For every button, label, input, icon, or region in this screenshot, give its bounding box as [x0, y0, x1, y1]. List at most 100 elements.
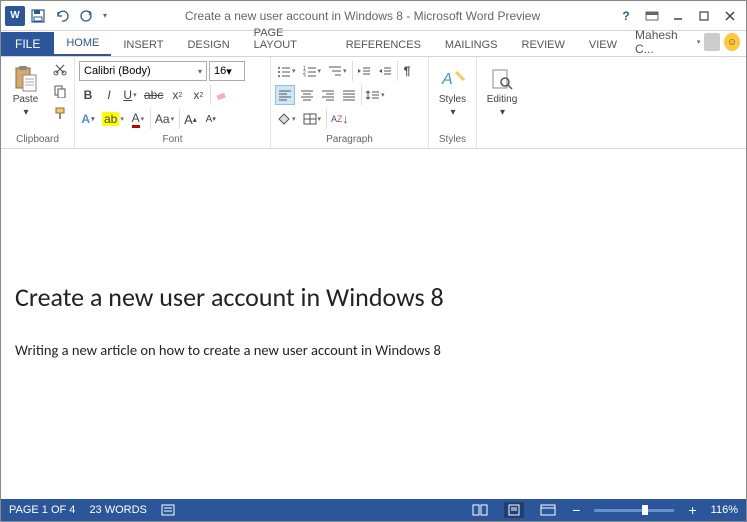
read-mode-button[interactable] — [470, 502, 490, 518]
highlight-button[interactable]: ab▾ — [100, 109, 126, 129]
document-area[interactable]: Create a new user account in Windows 8 W… — [1, 151, 746, 499]
group-label-font: Font — [79, 133, 266, 146]
chevron-down-icon: ▾ — [697, 38, 701, 46]
quick-access-toolbar: W ▾ — [5, 5, 111, 27]
strikethrough-button[interactable]: abc — [142, 85, 165, 105]
window-controls: ? — [614, 6, 742, 26]
zoom-thumb[interactable] — [642, 505, 648, 515]
zoom-out-button[interactable]: − — [572, 502, 580, 518]
styles-icon: A — [440, 66, 466, 92]
align-center-button[interactable] — [298, 85, 316, 105]
title-bar: W ▾ Create a new user account in Windows… — [1, 1, 746, 31]
qat-customize[interactable]: ▾ — [99, 5, 111, 27]
font-name-combo[interactable]: Calibri (Body) ▾ — [79, 61, 207, 81]
document-heading[interactable]: Create a new user account in Windows 8 — [15, 281, 732, 313]
increase-indent-button[interactable] — [376, 61, 394, 81]
save-button[interactable] — [27, 5, 49, 27]
chevron-down-icon: ▾ — [23, 107, 28, 118]
svg-text:A: A — [441, 71, 453, 88]
group-paragraph: ▾ 123▾ ▾ ¶ ▾ ▾ ▾ AZ↓ — [271, 57, 429, 148]
page-indicator[interactable]: PAGE 1 OF 4 — [9, 504, 75, 516]
web-layout-button[interactable] — [538, 502, 558, 518]
tab-review[interactable]: REVIEW — [510, 34, 577, 56]
close-button[interactable] — [718, 6, 742, 26]
status-bar: PAGE 1 OF 4 23 WORDS − + 116% — [1, 499, 746, 521]
redo-button[interactable] — [75, 5, 97, 27]
document-body-text[interactable]: Writing a new article on how to create a… — [15, 341, 732, 359]
feedback-smiley-icon[interactable]: ☺ — [724, 33, 740, 51]
svg-text:3: 3 — [303, 74, 306, 77]
change-case-button[interactable]: Aa▾ — [150, 109, 176, 129]
superscript-button[interactable]: x2 — [189, 85, 207, 105]
chevron-down-icon: ▾ — [198, 67, 202, 76]
tab-file[interactable]: FILE — [1, 32, 54, 56]
undo-button[interactable] — [51, 5, 73, 27]
minimize-button[interactable] — [666, 6, 690, 26]
bold-button[interactable]: B — [79, 85, 97, 105]
copy-button[interactable] — [50, 81, 70, 101]
zoom-slider[interactable] — [594, 509, 674, 512]
editing-label: Editing — [487, 94, 518, 105]
clear-formatting-button[interactable] — [210, 85, 231, 105]
tab-references[interactable]: REFERENCES — [334, 34, 433, 56]
borders-button[interactable]: ▾ — [301, 109, 324, 129]
cut-button[interactable] — [50, 59, 70, 79]
shading-button[interactable]: ▾ — [275, 109, 298, 129]
group-editing: Editing ▾ — [477, 57, 527, 148]
styles-button[interactable]: A Styles ▾ — [433, 59, 472, 125]
group-label-paragraph: Paragraph — [275, 133, 424, 146]
shrink-font-button[interactable]: A▾ — [202, 109, 220, 129]
grow-font-button[interactable]: A▴ — [179, 109, 199, 129]
user-account[interactable]: Mahesh C... ▾ ☺ — [629, 28, 746, 56]
paste-button[interactable]: Paste ▾ — [5, 59, 46, 125]
group-clipboard: Paste ▾ Clipboard — [1, 57, 75, 148]
text-effects-button[interactable]: A▾ — [79, 109, 97, 129]
ribbon: Paste ▾ Clipboard Calibri (Body) ▾ — [1, 57, 746, 149]
multilevel-list-button[interactable]: ▾ — [326, 61, 349, 81]
numbering-button[interactable]: 123▾ — [301, 61, 324, 81]
line-spacing-button[interactable]: ▾ — [361, 85, 387, 105]
group-label-clipboard: Clipboard — [5, 133, 70, 146]
zoom-level[interactable]: 116% — [711, 504, 738, 516]
window-title: Create a new user account in Windows 8 -… — [111, 9, 614, 23]
word-count[interactable]: 23 WORDS — [89, 504, 146, 516]
align-left-button[interactable] — [275, 85, 295, 105]
font-size-combo[interactable]: 16 ▾ — [209, 61, 245, 81]
editing-button[interactable]: Editing ▾ — [481, 59, 523, 125]
group-font: Calibri (Body) ▾ 16 ▾ B I U▾ abc x2 x2 — [75, 57, 271, 148]
justify-button[interactable] — [340, 85, 358, 105]
decrease-indent-button[interactable] — [352, 61, 373, 81]
sort-button[interactable]: AZ↓ — [326, 109, 351, 129]
ribbon-tabs: FILE HOME INSERT DESIGN PAGE LAYOUT REFE… — [1, 31, 746, 57]
font-color-button[interactable]: A▾ — [129, 109, 147, 129]
print-layout-button[interactable] — [504, 502, 524, 518]
avatar — [704, 33, 720, 51]
word-icon: W — [5, 6, 25, 26]
tab-home[interactable]: HOME — [54, 32, 111, 56]
tab-view[interactable]: VIEW — [577, 34, 629, 56]
tab-page-layout[interactable]: PAGE LAYOUT — [242, 22, 334, 56]
zoom-in-button[interactable]: + — [688, 502, 696, 518]
font-name-value: Calibri (Body) — [84, 65, 151, 77]
maximize-button[interactable] — [692, 6, 716, 26]
proofing-button[interactable] — [161, 503, 177, 517]
tab-mailings[interactable]: MAILINGS — [433, 34, 510, 56]
bullets-button[interactable]: ▾ — [275, 61, 298, 81]
format-painter-button[interactable] — [50, 103, 70, 123]
help-button[interactable]: ? — [614, 6, 638, 26]
show-marks-button[interactable]: ¶ — [397, 61, 415, 81]
font-size-value: 16 — [214, 65, 226, 77]
find-icon — [489, 66, 515, 92]
tab-insert[interactable]: INSERT — [111, 34, 175, 56]
chevron-down-icon: ▾ — [500, 107, 505, 118]
ribbon-display-button[interactable] — [640, 6, 664, 26]
group-label-styles: Styles — [433, 133, 472, 146]
tab-design[interactable]: DESIGN — [175, 34, 241, 56]
underline-button[interactable]: U▾ — [121, 85, 139, 105]
group-label-editing — [481, 133, 523, 146]
paste-label: Paste — [13, 94, 39, 105]
subscript-button[interactable]: x2 — [168, 85, 186, 105]
align-right-button[interactable] — [319, 85, 337, 105]
chevron-down-icon: ▾ — [226, 65, 232, 78]
italic-button[interactable]: I — [100, 85, 118, 105]
